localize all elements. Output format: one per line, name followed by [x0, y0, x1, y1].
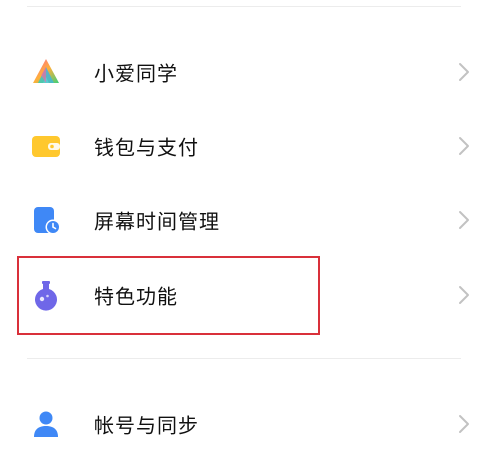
flask-icon [29, 278, 63, 312]
chevron-right-icon [458, 414, 470, 434]
chevron-right-icon [458, 285, 470, 305]
settings-item-label: 钱包与支付 [94, 135, 199, 160]
settings-item-label: 小爱同学 [94, 61, 178, 86]
chevron-right-icon [458, 62, 470, 82]
xiaoai-assistant-icon [29, 55, 63, 89]
section-divider [27, 358, 461, 359]
screen-time-icon [29, 203, 63, 237]
top-divider [27, 6, 461, 7]
settings-item-screen-time[interactable]: 屏幕时间管理 [0, 183, 488, 257]
settings-item-wallet[interactable]: 钱包与支付 [0, 109, 488, 183]
settings-item-label: 屏幕时间管理 [94, 209, 220, 234]
wallet-icon [29, 129, 63, 163]
settings-item-account-sync[interactable]: 帐号与同步 [0, 387, 488, 461]
settings-item-label: 帐号与同步 [94, 413, 199, 438]
chevron-right-icon [458, 210, 470, 230]
person-icon [29, 407, 63, 441]
settings-item-xiaoai[interactable]: 小爱同学 [0, 35, 488, 109]
settings-item-special-features[interactable]: 特色功能 [0, 258, 488, 332]
settings-item-label: 特色功能 [94, 284, 178, 309]
chevron-right-icon [458, 136, 470, 156]
